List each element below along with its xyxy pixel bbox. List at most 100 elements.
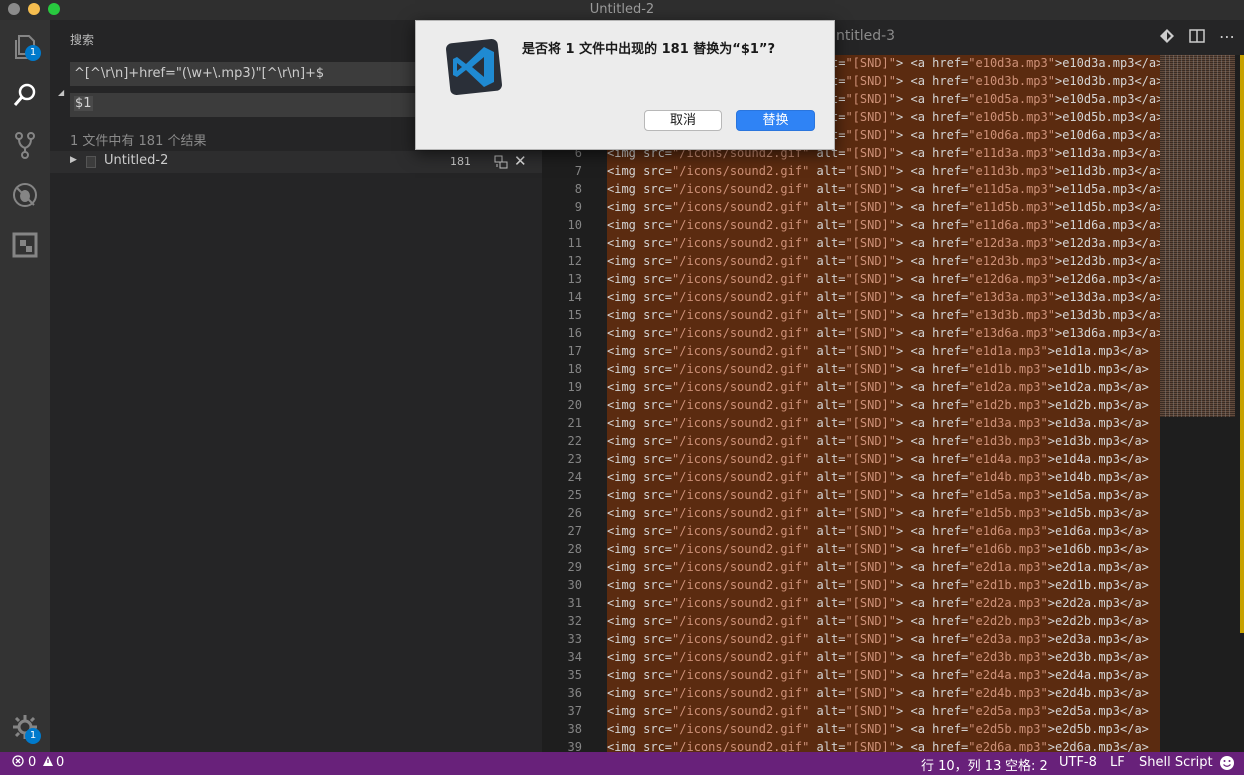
scrollbar-thumb[interactable] <box>1240 55 1244 633</box>
line-text[interactable]: <img src="/icons/sound2.gif" alt="[SND]"… <box>607 505 1160 523</box>
line-text[interactable]: <img src="/icons/sound2.gif" alt="[SND]"… <box>607 307 1160 325</box>
debug-icon[interactable] <box>10 180 40 210</box>
code-line[interactable]: 24 <img src="/icons/sound2.gif" alt="[SND… <box>542 469 1160 487</box>
toggle-replace-icon[interactable]: ◢ <box>58 88 64 97</box>
line-text[interactable]: <img src="/icons/sound2.gif" alt="[SND]"… <box>607 667 1160 685</box>
code-line[interactable]: 34 <img src="/icons/sound2.gif" alt="[SND… <box>542 649 1160 667</box>
warning-count[interactable]: 0 <box>56 755 64 770</box>
code-line[interactable]: 16 <img src="/icons/sound2.gif" alt="[SND… <box>542 325 1160 343</box>
code-view[interactable]: 1<img src="/icons/sound2.gif" alt="[SND]… <box>542 55 1160 752</box>
line-text[interactable]: <img src="/icons/sound2.gif" alt="[SND]"… <box>607 685 1160 703</box>
line-text[interactable]: <img src="/icons/sound2.gif" alt="[SND]"… <box>607 721 1160 739</box>
line-text[interactable]: <img src="/icons/sound2.gif" alt="[SND]"… <box>607 361 1160 379</box>
code-line[interactable]: 19 <img src="/icons/sound2.gif" alt="[SND… <box>542 379 1160 397</box>
line-text[interactable]: <img src="/icons/sound2.gif" alt="[SND]"… <box>607 541 1160 559</box>
line-text[interactable]: <img src="/icons/sound2.gif" alt="[SND]"… <box>607 235 1160 253</box>
line-text[interactable]: <img src="/icons/sound2.gif" alt="[SND]"… <box>607 397 1160 415</box>
indentation[interactable]: 空格: 2 <box>1005 755 1048 774</box>
line-text[interactable]: <img src="/icons/sound2.gif" alt="[SND]"… <box>607 415 1160 433</box>
code-line[interactable]: 39 <img src="/icons/sound2.gif" alt="[SND… <box>542 739 1160 752</box>
line-text[interactable]: <img src="/icons/sound2.gif" alt="[SND]"… <box>607 163 1160 181</box>
split-editor-icon[interactable] <box>1188 28 1206 46</box>
code-line[interactable]: 15 <img src="/icons/sound2.gif" alt="[SND… <box>542 307 1160 325</box>
code-line[interactable]: 32 <img src="/icons/sound2.gif" alt="[SND… <box>542 613 1160 631</box>
code-line[interactable]: 28 <img src="/icons/sound2.gif" alt="[SND… <box>542 541 1160 559</box>
code-line[interactable]: 8 <img src="/icons/sound2.gif" alt="[SND]… <box>542 181 1160 199</box>
line-text[interactable]: <img src="/icons/sound2.gif" alt="[SND]"… <box>607 523 1160 541</box>
line-text[interactable]: <img src="/icons/sound2.gif" alt="[SND]"… <box>607 487 1160 505</box>
smiley-icon[interactable] <box>1219 755 1235 775</box>
code-line[interactable]: 23 <img src="/icons/sound2.gif" alt="[SND… <box>542 451 1160 469</box>
line-text[interactable]: <img src="/icons/sound2.gif" alt="[SND]"… <box>607 613 1160 631</box>
line-text[interactable]: <img src="/icons/sound2.gif" alt="[SND]"… <box>607 559 1160 577</box>
replace-button[interactable]: 替换 <box>736 110 815 131</box>
code-line[interactable]: 7 <img src="/icons/sound2.gif" alt="[SND]… <box>542 163 1160 181</box>
tab-untitled-3[interactable]: ntitled-3 <box>836 28 895 44</box>
code-line[interactable]: 26 <img src="/icons/sound2.gif" alt="[SND… <box>542 505 1160 523</box>
code-line[interactable]: 18 <img src="/icons/sound2.gif" alt="[SND… <box>542 361 1160 379</box>
line-text[interactable]: <img src="/icons/sound2.gif" alt="[SND]"… <box>607 631 1160 649</box>
line-text[interactable]: <img src="/icons/sound2.gif" alt="[SND]"… <box>607 325 1160 343</box>
line-text[interactable]: <img src="/icons/sound2.gif" alt="[SND]"… <box>607 577 1160 595</box>
code-line[interactable]: 35 <img src="/icons/sound2.gif" alt="[SND… <box>542 667 1160 685</box>
code-line[interactable]: 36 <img src="/icons/sound2.gif" alt="[SND… <box>542 685 1160 703</box>
code-line[interactable]: 29 <img src="/icons/sound2.gif" alt="[SND… <box>542 559 1160 577</box>
line-number: 37 <box>567 704 582 718</box>
line-number: 27 <box>567 524 582 538</box>
code-line[interactable]: 13 <img src="/icons/sound2.gif" alt="[SND… <box>542 271 1160 289</box>
open-changes-icon[interactable] <box>1158 28 1176 46</box>
line-text[interactable]: <img src="/icons/sound2.gif" alt="[SND]"… <box>607 703 1160 721</box>
warning-icon[interactable] <box>42 755 54 770</box>
extensions-icon[interactable] <box>10 230 40 260</box>
line-text[interactable]: <img src="/icons/sound2.gif" alt="[SND]"… <box>607 739 1160 752</box>
line-text[interactable]: <img src="/icons/sound2.gif" alt="[SND]"… <box>607 379 1160 397</box>
expand-chevron-icon[interactable]: ▶ <box>70 155 77 165</box>
line-text[interactable]: <img src="/icons/sound2.gif" alt="[SND]"… <box>607 271 1160 289</box>
code-line[interactable]: 30 <img src="/icons/sound2.gif" alt="[SND… <box>542 577 1160 595</box>
code-line[interactable]: 20 <img src="/icons/sound2.gif" alt="[SND… <box>542 397 1160 415</box>
code-line[interactable]: 21 <img src="/icons/sound2.gif" alt="[SND… <box>542 415 1160 433</box>
close-icon[interactable]: ✕ <box>514 152 527 170</box>
search-icon[interactable] <box>10 80 40 110</box>
code-line[interactable]: 11 <img src="/icons/sound2.gif" alt="[SND… <box>542 235 1160 253</box>
error-icon[interactable] <box>12 755 24 770</box>
sidebar-title: 搜索 <box>70 33 95 47</box>
cancel-button[interactable]: 取消 <box>644 110 722 131</box>
line-text[interactable]: <img src="/icons/sound2.gif" alt="[SND]"… <box>607 595 1160 613</box>
cursor-position[interactable]: 行 10，列 13 <box>921 755 1001 774</box>
line-text[interactable]: <img src="/icons/sound2.gif" alt="[SND]"… <box>607 343 1160 361</box>
line-text[interactable]: <img src="/icons/sound2.gif" alt="[SND]"… <box>607 469 1160 487</box>
line-text[interactable]: <img src="/icons/sound2.gif" alt="[SND]"… <box>607 199 1160 217</box>
error-count[interactable]: 0 <box>28 755 36 770</box>
code-line[interactable]: 33 <img src="/icons/sound2.gif" alt="[SND… <box>542 631 1160 649</box>
line-text[interactable]: <img src="/icons/sound2.gif" alt="[SND]"… <box>607 433 1160 451</box>
line-number: 25 <box>567 488 582 502</box>
replace-all-icon[interactable] <box>494 155 508 169</box>
line-text[interactable]: <img src="/icons/sound2.gif" alt="[SND]"… <box>607 451 1160 469</box>
code-line[interactable]: 10 <img src="/icons/sound2.gif" alt="[SND… <box>542 217 1160 235</box>
line-text[interactable]: <img src="/icons/sound2.gif" alt="[SND]"… <box>607 181 1160 199</box>
code-line[interactable]: 31 <img src="/icons/sound2.gif" alt="[SND… <box>542 595 1160 613</box>
more-icon[interactable]: ⋯ <box>1218 28 1236 46</box>
result-file-row[interactable]: ▶ Untitled-2 181 ✕ <box>50 151 542 173</box>
language-mode[interactable]: Shell Script <box>1139 755 1213 770</box>
line-text[interactable]: <img src="/icons/sound2.gif" alt="[SND]"… <box>607 289 1160 307</box>
code-line[interactable]: 27 <img src="/icons/sound2.gif" alt="[SND… <box>542 523 1160 541</box>
editor-actions: ⋯ <box>1158 28 1244 48</box>
source-control-icon[interactable] <box>10 130 40 160</box>
code-line[interactable]: 9 <img src="/icons/sound2.gif" alt="[SND]… <box>542 199 1160 217</box>
code-line[interactable]: 14 <img src="/icons/sound2.gif" alt="[SND… <box>542 289 1160 307</box>
code-line[interactable]: 38 <img src="/icons/sound2.gif" alt="[SND… <box>542 721 1160 739</box>
code-line[interactable]: 22 <img src="/icons/sound2.gif" alt="[SND… <box>542 433 1160 451</box>
line-text[interactable]: <img src="/icons/sound2.gif" alt="[SND]"… <box>607 217 1160 235</box>
code-line[interactable]: 17 <img src="/icons/sound2.gif" alt="[SND… <box>542 343 1160 361</box>
code-line[interactable]: 25 <img src="/icons/sound2.gif" alt="[SND… <box>542 487 1160 505</box>
line-number: 33 <box>567 632 582 646</box>
encoding[interactable]: UTF-8 <box>1059 755 1097 770</box>
line-text[interactable]: <img src="/icons/sound2.gif" alt="[SND]"… <box>607 649 1160 667</box>
line-text[interactable]: <img src="/icons/sound2.gif" alt="[SND]"… <box>607 253 1160 271</box>
line-number: 30 <box>567 578 582 592</box>
line-ending[interactable]: LF <box>1110 755 1125 770</box>
code-line[interactable]: 12 <img src="/icons/sound2.gif" alt="[SND… <box>542 253 1160 271</box>
code-line[interactable]: 37 <img src="/icons/sound2.gif" alt="[SND… <box>542 703 1160 721</box>
